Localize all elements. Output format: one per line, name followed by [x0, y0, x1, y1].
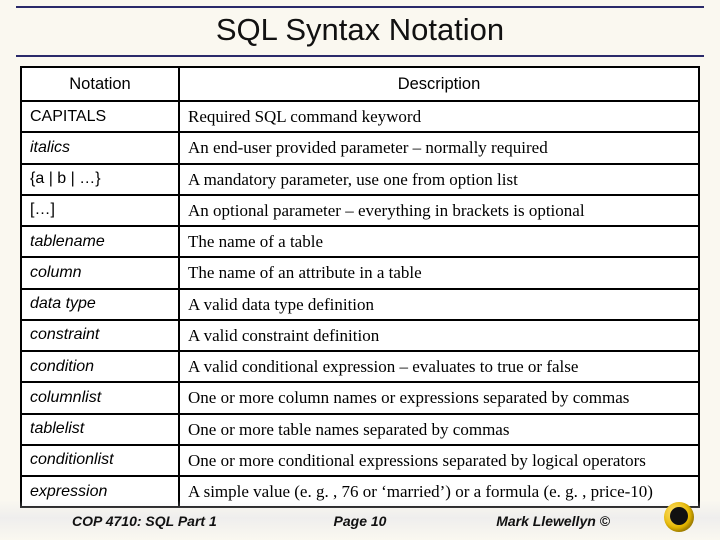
table-row: data typeA valid data type definition: [21, 289, 699, 320]
description-cell: An optional parameter – everything in br…: [179, 195, 699, 226]
notation-cell: column: [21, 257, 179, 288]
header-notation: Notation: [21, 67, 179, 101]
notation-cell: data type: [21, 289, 179, 320]
description-cell: A valid conditional expression – evaluat…: [179, 351, 699, 382]
table-row: columnlistOne or more column names or ex…: [21, 382, 699, 413]
notation-cell: conditionlist: [21, 445, 179, 476]
table-row: tablenameThe name of a table: [21, 226, 699, 257]
table-row: CAPITALSRequired SQL command keyword: [21, 101, 699, 132]
notation-table: Notation Description CAPITALSRequired SQ…: [20, 66, 700, 508]
notation-cell: CAPITALS: [21, 101, 179, 132]
notation-cell: tablename: [21, 226, 179, 257]
description-cell: The name of a table: [179, 226, 699, 257]
footer-page: Page 10: [334, 513, 387, 529]
table-row: tablelistOne or more table names separat…: [21, 414, 699, 445]
table-row: columnThe name of an attribute in a tabl…: [21, 257, 699, 288]
description-cell: The name of an attribute in a table: [179, 257, 699, 288]
description-cell: A mandatory parameter, use one from opti…: [179, 164, 699, 195]
notation-cell: {a | b | …}: [21, 164, 179, 195]
description-cell: One or more column names or expressions …: [179, 382, 699, 413]
description-cell: One or more table names separated by com…: [179, 414, 699, 445]
description-cell: Required SQL command keyword: [179, 101, 699, 132]
table-row: {a | b | …}A mandatory parameter, use on…: [21, 164, 699, 195]
description-cell: A valid constraint definition: [179, 320, 699, 351]
table-row: italicsAn end-user provided parameter – …: [21, 132, 699, 163]
table-row: conditionA valid conditional expression …: [21, 351, 699, 382]
description-cell: An end-user provided parameter – normall…: [179, 132, 699, 163]
footer-author: Mark Llewellyn ©: [496, 513, 610, 529]
table-row: constraintA valid constraint definition: [21, 320, 699, 351]
logo-icon: [664, 502, 694, 532]
footer-course: COP 4710: SQL Part 1: [72, 513, 217, 529]
description-cell: A valid data type definition: [179, 289, 699, 320]
notation-cell: columnlist: [21, 382, 179, 413]
description-cell: One or more conditional expressions sepa…: [179, 445, 699, 476]
description-cell: A simple value (e. g. , 76 or ‘married’)…: [179, 476, 699, 507]
notation-cell: condition: [21, 351, 179, 382]
notation-cell: […]: [21, 195, 179, 226]
header-description: Description: [179, 67, 699, 101]
notation-cell: constraint: [21, 320, 179, 351]
notation-cell: tablelist: [21, 414, 179, 445]
table-row: […]An optional parameter – everything in…: [21, 195, 699, 226]
notation-cell: italics: [21, 132, 179, 163]
notation-cell: expression: [21, 476, 179, 507]
slide-title: SQL Syntax Notation: [0, 0, 720, 54]
table-row: conditionlistOne or more conditional exp…: [21, 445, 699, 476]
table-row: expressionA simple value (e. g. , 76 or …: [21, 476, 699, 507]
